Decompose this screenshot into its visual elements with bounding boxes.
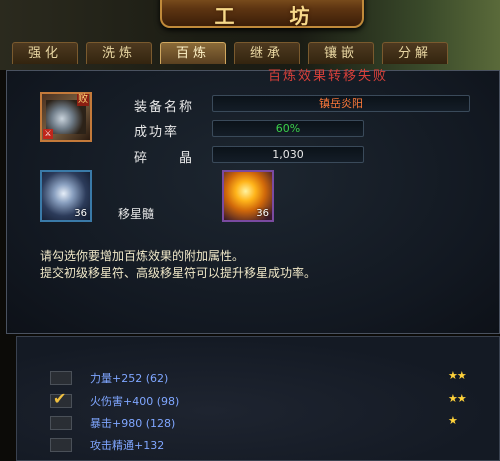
attribute-checkbox[interactable] — [50, 371, 72, 385]
attribute-text: 暴击+980 (128) — [90, 417, 176, 430]
fail-badge: 败 — [77, 94, 89, 106]
moon-star-marrow-name: 移星髓 — [118, 207, 155, 221]
moon-count: 36 — [74, 208, 87, 219]
attribute-row-strength: 力量+252 (62) ★★ — [50, 369, 470, 387]
attribute-row-attack-mastery: 攻击精通+132 — [50, 438, 470, 454]
moon-star-marrow-slot[interactable]: 36 — [40, 170, 92, 222]
success-rate-field: 60% — [212, 120, 364, 137]
notice-line-2: 提交初级移星符、高级移星符可以提升移星成功率。 — [40, 266, 317, 280]
crystal-field: 1,030 — [212, 146, 364, 163]
equipment-slot[interactable]: 败 ⚔ — [40, 92, 92, 142]
amber-gem-slot[interactable]: 36 — [222, 170, 274, 222]
status-message: 百炼效果转移失败 — [268, 69, 389, 84]
tab-inherit[interactable]: 继承 — [234, 42, 300, 64]
attribute-checkbox[interactable] — [50, 438, 72, 452]
tab-refine[interactable]: 百炼 — [160, 42, 226, 64]
tab-decompose[interactable]: 分解 — [382, 42, 448, 64]
window-title-plate: 工 坊 — [160, 0, 364, 28]
attribute-row-crit: 暴击+980 (128) ★ — [50, 414, 470, 432]
tab-strengthen[interactable]: 强化 — [12, 42, 78, 64]
bind-icon: ⚔ — [43, 129, 53, 139]
attribute-checkbox[interactable] — [50, 416, 72, 430]
star-icon: ★★ — [448, 369, 467, 382]
gem-count: 36 — [256, 208, 269, 219]
tab-wash[interactable]: 洗炼 — [86, 42, 152, 64]
tab-inlay[interactable]: 镶嵌 — [308, 42, 374, 64]
checkmark-icon: ✔ — [53, 389, 67, 408]
attribute-text: 力量+252 (62) — [90, 372, 169, 385]
success-rate-label: 成功率 — [134, 125, 180, 140]
notice-line-1: 请勾选你要增加百炼效果的附加属性。 — [40, 249, 245, 263]
star-icon: ★★ — [448, 392, 467, 405]
window-title: 工 坊 — [214, 4, 334, 28]
crystal-label: 碎 晶 — [134, 151, 195, 166]
equipment-name-label: 装备名称 — [134, 100, 195, 115]
attribute-checkbox[interactable]: ✔ — [50, 389, 72, 408]
equipment-name-field: 镇岳炎阳 — [212, 95, 470, 112]
attribute-text: 火伤害+400 (98) — [90, 395, 180, 408]
star-icon: ★ — [448, 414, 458, 427]
attribute-text: 攻击精通+132 — [90, 439, 165, 452]
attribute-row-fire-damage: ✔ 火伤害+400 (98) ★★ — [50, 389, 470, 410]
